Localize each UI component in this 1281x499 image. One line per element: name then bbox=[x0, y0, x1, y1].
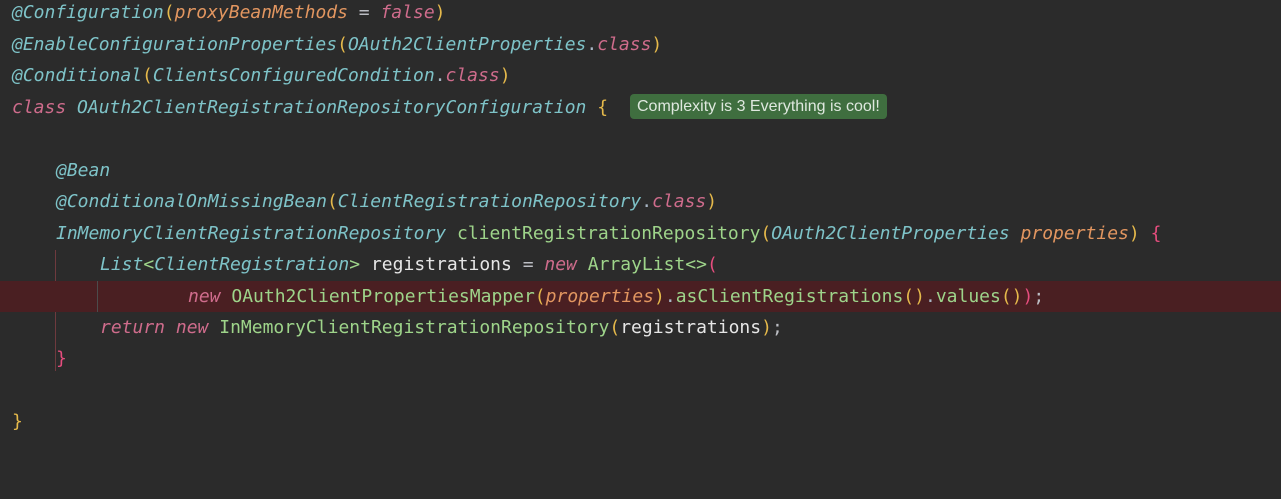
variable: registrations bbox=[370, 254, 512, 275]
class-name: OAuth2ClientRegistrationRepositoryConfig… bbox=[77, 97, 587, 118]
keyword: false bbox=[380, 2, 435, 23]
type-name: List bbox=[100, 254, 144, 275]
paren: ( bbox=[706, 254, 718, 275]
paren: ( bbox=[142, 65, 153, 86]
dot: . bbox=[586, 34, 598, 55]
indent-guide bbox=[97, 281, 98, 312]
method-name: clientRegistrationRepository bbox=[456, 223, 761, 244]
class-name: OAuth2ClientPropertiesMapper bbox=[231, 286, 535, 307]
semicolon: ; bbox=[1033, 286, 1045, 307]
line-2-code: @EnableConfigurationProperties(OAuth2Cli… bbox=[12, 29, 662, 60]
paren: ( bbox=[760, 223, 772, 244]
keyword: new bbox=[175, 317, 209, 338]
keyword: class bbox=[652, 191, 707, 212]
type-name: ClientRegistration bbox=[154, 254, 350, 275]
code-line-7[interactable]: @ConditionalOnMissingBean(ClientRegistra… bbox=[0, 186, 1281, 217]
brace: { bbox=[597, 97, 609, 118]
line-14-code: } bbox=[12, 406, 23, 437]
annotation: @Conditional bbox=[12, 65, 143, 86]
paren: ) bbox=[651, 34, 663, 55]
generic-bracket: > bbox=[349, 254, 361, 275]
keyword: new bbox=[544, 254, 577, 275]
paren: ) bbox=[1022, 286, 1034, 307]
brace: } bbox=[56, 348, 67, 369]
paren: ) bbox=[761, 317, 772, 338]
parameter: properties bbox=[545, 286, 655, 307]
paren: ( bbox=[337, 34, 348, 55]
annotation: @ConditionalOnMissingBean bbox=[56, 191, 327, 212]
method-call: asClientRegistrations bbox=[675, 286, 904, 307]
code-line-8[interactable]: InMemoryClientRegistrationRepository cli… bbox=[0, 218, 1281, 249]
line-12-code: } bbox=[56, 343, 67, 374]
parameter: proxyBeanMethods bbox=[174, 2, 348, 23]
brace: { bbox=[1150, 223, 1162, 244]
code-line-9[interactable]: List<ClientRegistration> registrations =… bbox=[0, 249, 1281, 280]
line-10-code: new OAuth2ClientPropertiesMapper(propert… bbox=[188, 281, 1044, 312]
keyword: return bbox=[100, 317, 166, 338]
operator: = bbox=[511, 254, 545, 275]
dot: . bbox=[434, 65, 446, 86]
line-9-code: List<ClientRegistration> registrations =… bbox=[100, 249, 718, 280]
paren: ) bbox=[1128, 223, 1140, 244]
code-line-11[interactable]: return new InMemoryClientRegistrationRep… bbox=[0, 312, 1281, 343]
code-line-10-highlighted[interactable]: new OAuth2ClientPropertiesMapper(propert… bbox=[0, 281, 1281, 312]
paren: () bbox=[903, 286, 925, 307]
parameter: properties bbox=[1020, 223, 1129, 244]
semicolon: ; bbox=[771, 317, 783, 338]
code-line-3[interactable]: @Conditional(ClientsConfiguredCondition.… bbox=[0, 60, 1281, 91]
line-1-code: @Configuration(proxyBeanMethods = false) bbox=[12, 0, 446, 28]
dot: . bbox=[641, 191, 653, 212]
class-name: InMemoryClientRegistrationRepository bbox=[219, 317, 610, 338]
operator: = bbox=[347, 2, 381, 23]
paren: ) bbox=[434, 2, 446, 23]
line-4-code: class OAuth2ClientRegistrationRepository… bbox=[12, 92, 608, 123]
annotation: @EnableConfigurationProperties bbox=[12, 34, 338, 55]
paren: ( bbox=[163, 2, 175, 23]
diamond: <> bbox=[685, 254, 707, 275]
paren: ) bbox=[499, 65, 511, 86]
line-11-code: return new InMemoryClientRegistrationRep… bbox=[100, 312, 783, 343]
annotation: @Configuration bbox=[12, 2, 164, 23]
paren: ) bbox=[654, 286, 665, 307]
code-line-6[interactable]: @Bean bbox=[0, 155, 1281, 186]
code-line-2[interactable]: @EnableConfigurationProperties(OAuth2Cli… bbox=[0, 29, 1281, 60]
complexity-badge[interactable]: Complexity is 3 Everything is cool! bbox=[630, 94, 887, 119]
line-3-code: @Conditional(ClientsConfiguredCondition.… bbox=[12, 60, 511, 91]
keyword: class bbox=[445, 65, 500, 86]
code-line-1[interactable]: @Configuration(proxyBeanMethods = false) bbox=[0, 0, 1281, 28]
return-type: InMemoryClientRegistrationRepository bbox=[56, 223, 447, 244]
code-line-12[interactable]: } bbox=[0, 343, 1281, 374]
type-name: ClientsConfiguredCondition bbox=[152, 65, 435, 86]
line-7-code: @ConditionalOnMissingBean(ClientRegistra… bbox=[56, 186, 717, 217]
paren: ( bbox=[534, 286, 546, 307]
keyword: new bbox=[188, 286, 221, 307]
param-type: OAuth2ClientProperties bbox=[771, 223, 1010, 244]
code-line-14[interactable]: } bbox=[0, 406, 1281, 437]
line-8-code: InMemoryClientRegistrationRepository cli… bbox=[56, 218, 1161, 249]
brace: } bbox=[12, 411, 23, 432]
paren: ( bbox=[326, 191, 338, 212]
line-6-code: @Bean bbox=[56, 155, 110, 186]
class-name: ArrayList bbox=[587, 254, 686, 275]
keyword: class bbox=[12, 97, 67, 118]
code-editor[interactable]: @Configuration(proxyBeanMethods = false)… bbox=[0, 0, 1281, 436]
keyword: class bbox=[597, 34, 652, 55]
paren: ) bbox=[706, 191, 718, 212]
dot: . bbox=[924, 286, 936, 307]
paren: () bbox=[1000, 286, 1023, 307]
method-call: values bbox=[935, 286, 1001, 307]
variable: registrations bbox=[620, 317, 762, 338]
paren: ( bbox=[609, 317, 621, 338]
dot: . bbox=[664, 286, 676, 307]
type-name: OAuth2ClientProperties bbox=[347, 34, 587, 55]
type-name: ClientRegistrationRepository bbox=[337, 191, 642, 212]
annotation: @Bean bbox=[56, 160, 111, 181]
generic-bracket: < bbox=[143, 254, 155, 275]
